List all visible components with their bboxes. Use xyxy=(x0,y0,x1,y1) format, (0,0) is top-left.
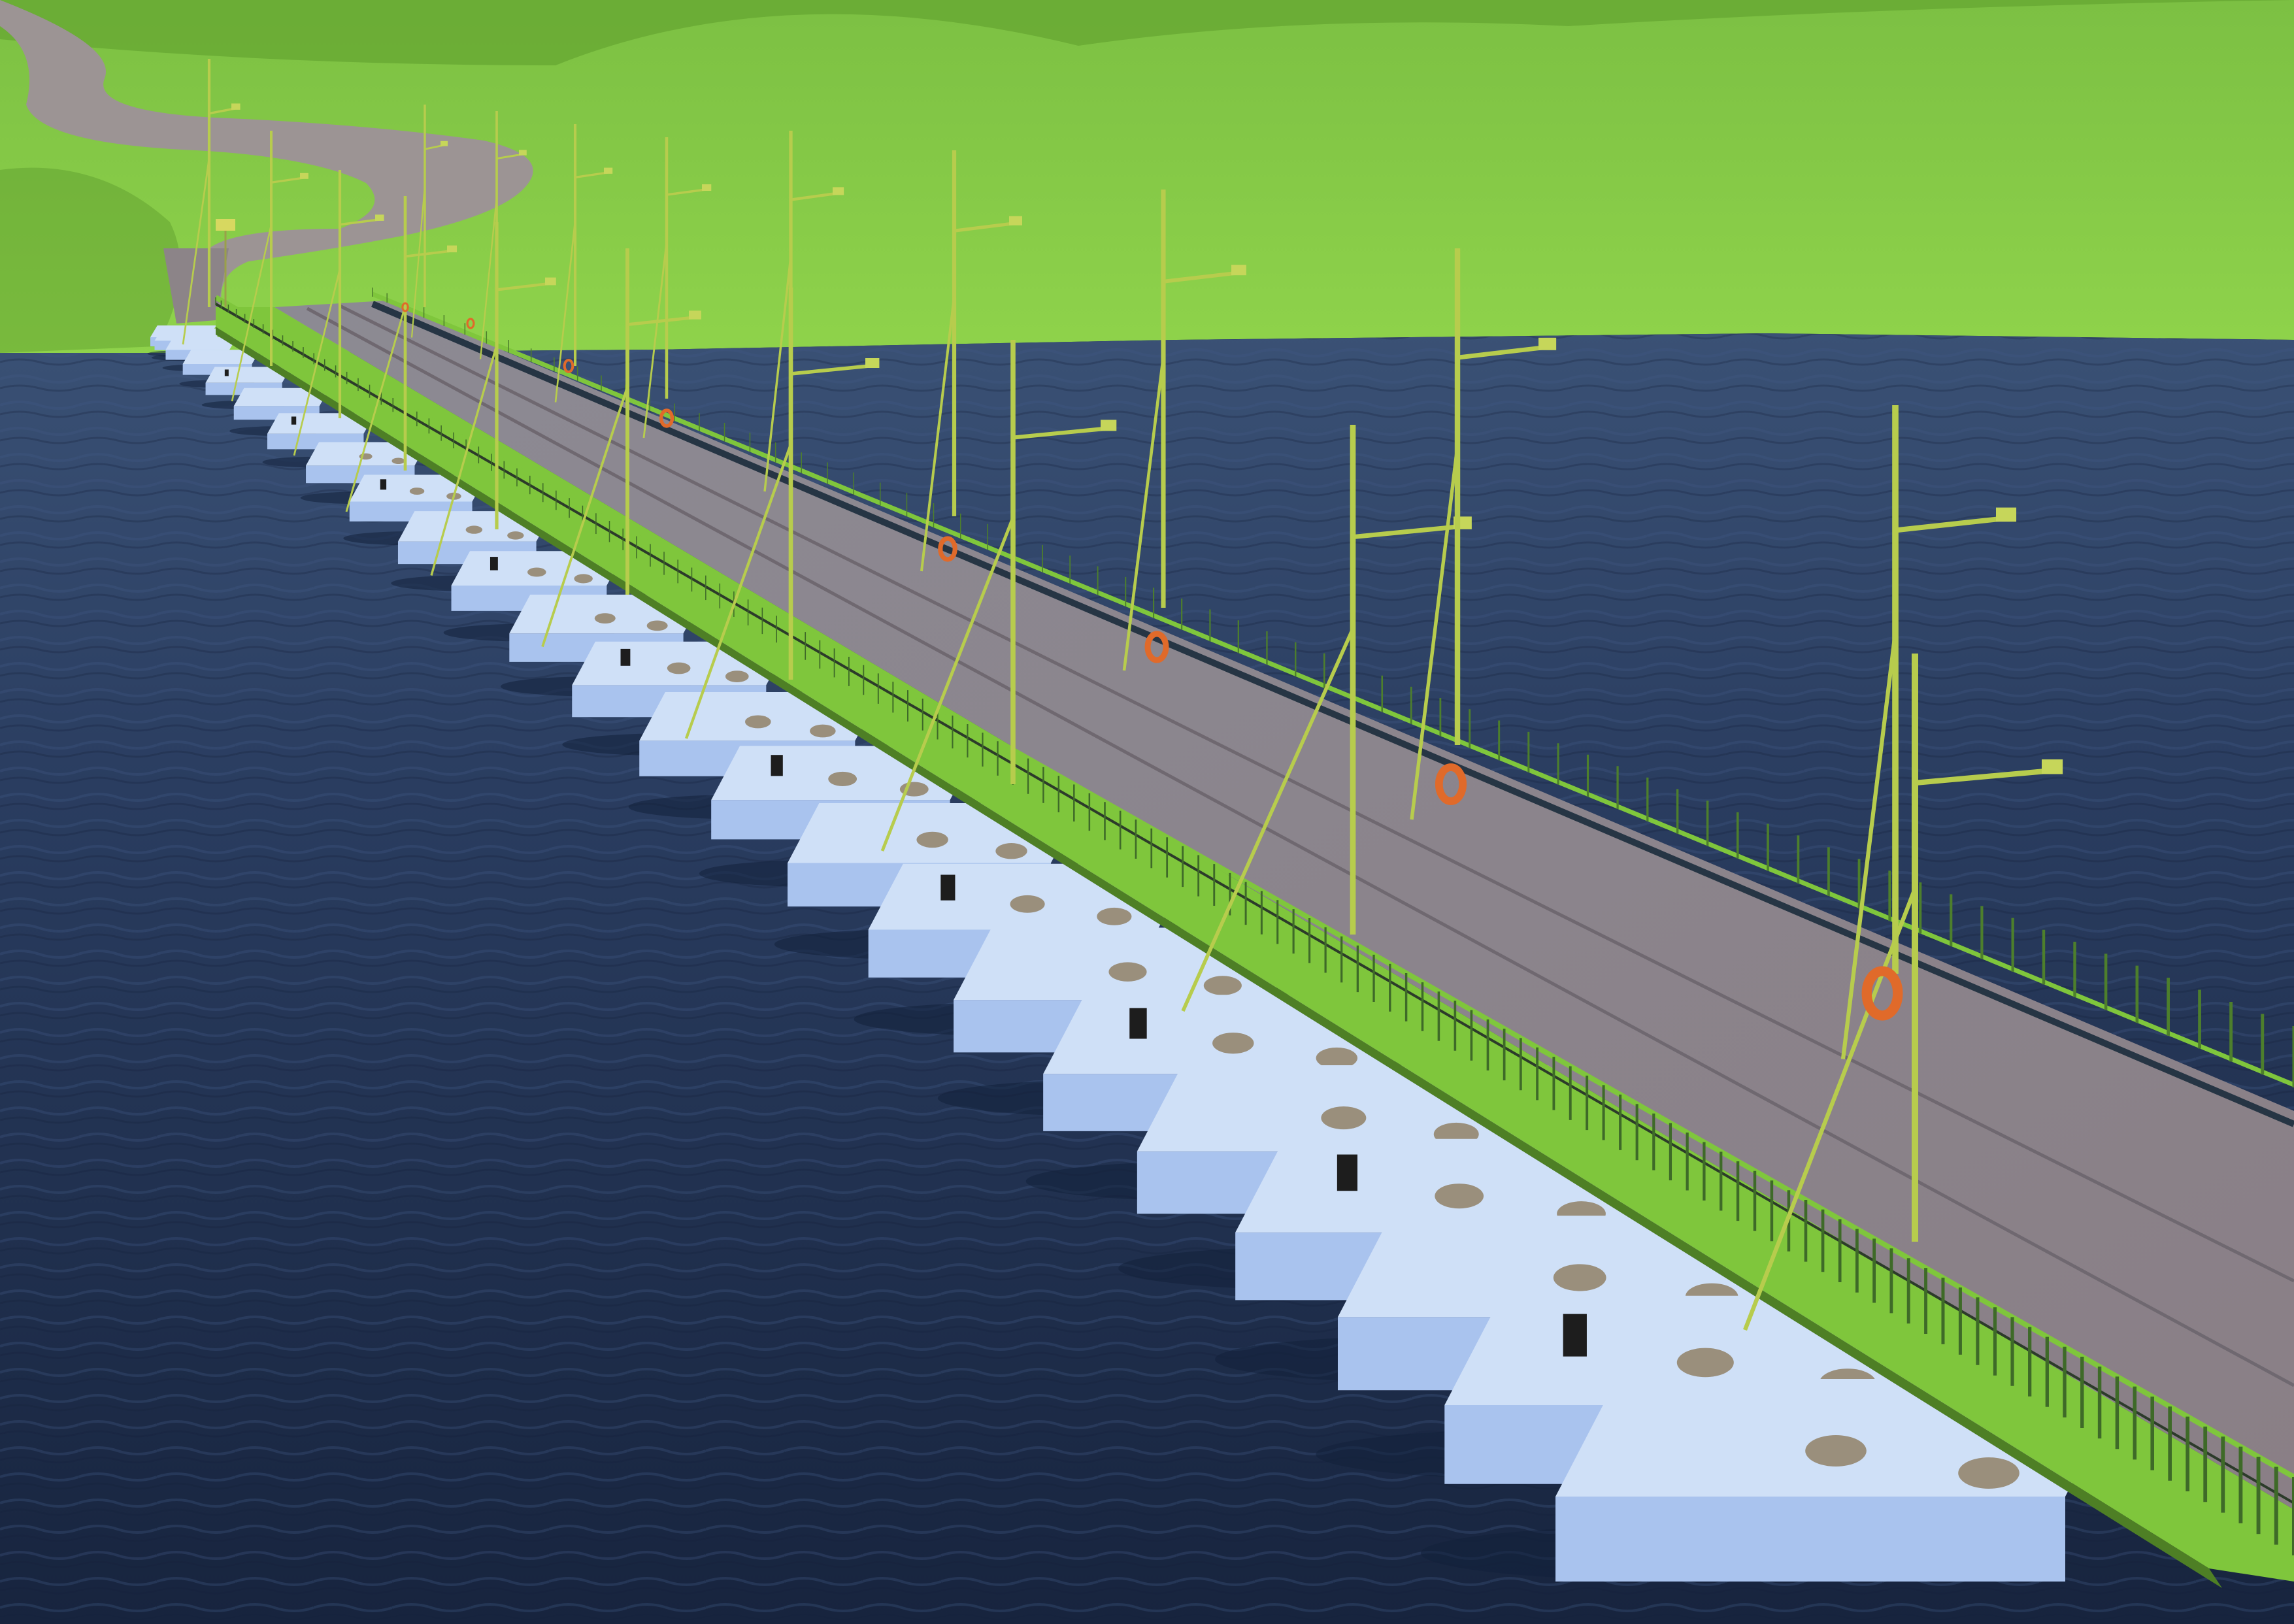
hatch xyxy=(594,613,616,624)
hatch xyxy=(1553,1264,1606,1291)
bollard xyxy=(291,416,297,425)
hatch xyxy=(507,531,524,540)
bollard xyxy=(620,648,631,666)
hatch xyxy=(1676,1348,1734,1378)
hatch xyxy=(1321,1106,1367,1130)
hatch xyxy=(725,671,749,682)
hatch xyxy=(1108,962,1147,982)
hatch xyxy=(574,574,593,584)
bollard xyxy=(1337,1154,1357,1191)
bollard xyxy=(771,755,783,776)
bollard xyxy=(1129,1008,1147,1039)
hatch xyxy=(828,771,857,786)
hatch xyxy=(1212,1033,1254,1054)
bollard xyxy=(940,874,956,901)
hatch xyxy=(1435,1184,1484,1209)
bollard xyxy=(224,369,229,376)
bridge-render-image xyxy=(0,0,2294,1624)
hatch xyxy=(465,525,483,534)
hatch xyxy=(409,488,425,495)
bollard xyxy=(380,479,387,490)
entrance-sign xyxy=(216,219,235,231)
hatch xyxy=(1097,907,1132,925)
hatch xyxy=(995,843,1027,859)
bollard xyxy=(490,557,498,571)
hatch xyxy=(1010,895,1045,913)
hatch xyxy=(1203,976,1242,995)
scene-container xyxy=(0,0,2294,1624)
hatch xyxy=(1958,1457,2020,1489)
hatch xyxy=(527,567,546,577)
hatch xyxy=(744,715,771,729)
hatch xyxy=(391,457,405,465)
hatch xyxy=(916,831,948,848)
hatch xyxy=(1805,1435,1867,1467)
hatch xyxy=(810,724,836,738)
hatch xyxy=(646,620,668,631)
hatch xyxy=(667,662,691,674)
bollard xyxy=(1563,1314,1587,1357)
